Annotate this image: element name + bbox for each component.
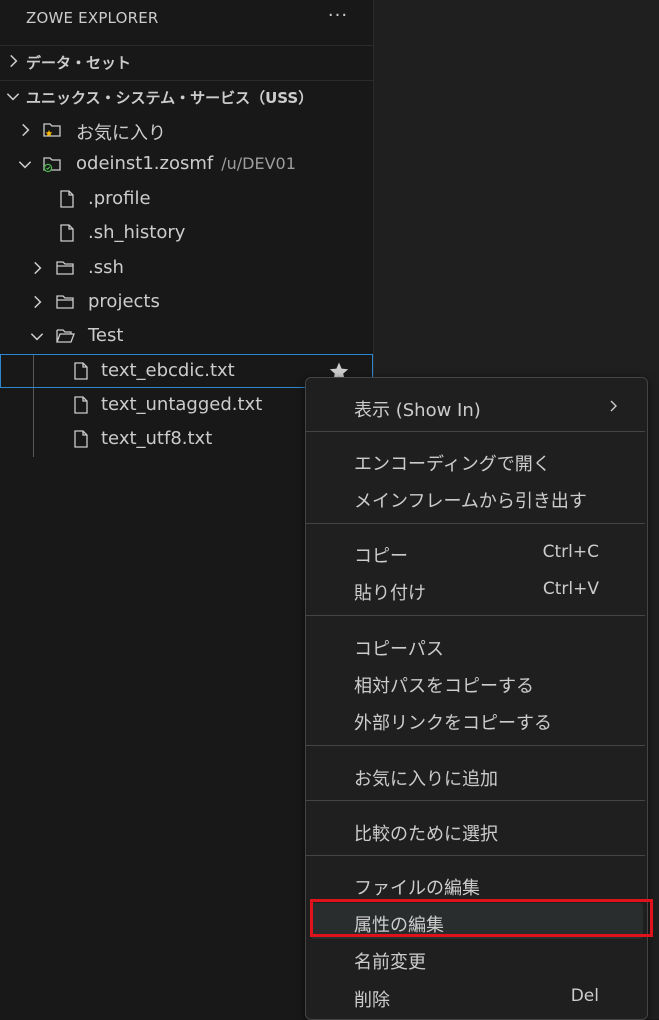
tree-item-profile[interactable]: odeinst1.zosmf/u/DEV01 <box>0 147 373 181</box>
tree-item-label: odeinst1.zosmf/u/DEV01 <box>76 153 296 174</box>
more-actions-icon[interactable]: ··· <box>326 4 350 28</box>
folder-icon <box>56 261 74 275</box>
profile-path: /u/DEV01 <box>221 154 296 173</box>
menu-item-label: 表示 (Show In) <box>354 400 481 421</box>
tree-item-label: projects <box>88 291 160 312</box>
menu-separator <box>306 431 645 432</box>
menu-separator <box>306 523 645 524</box>
tree-item-folder[interactable]: projects <box>0 285 373 319</box>
menu-separator <box>306 615 645 616</box>
folder-icon <box>56 295 74 309</box>
file-icon <box>60 224 74 242</box>
tree-item-label: text_untagged.txt <box>101 394 263 415</box>
tree-item-label: Test <box>88 325 124 346</box>
menu-item-open-with-encoding[interactable]: エンコーディングで開く <box>310 442 643 478</box>
profile-name: odeinst1.zosmf <box>76 153 214 174</box>
menu-item-copy[interactable]: コピー Ctrl+C <box>310 534 643 570</box>
menu-item-edit-file[interactable]: ファイルの編集 <box>310 866 643 902</box>
folder-open-icon <box>56 329 75 343</box>
menu-item-label: コピー <box>354 546 408 567</box>
keybinding: Ctrl+C <box>542 542 599 562</box>
file-icon <box>60 190 74 208</box>
menu-item-label: エンコーディングで開く <box>354 454 551 475</box>
chevron-right-icon <box>34 295 42 309</box>
profile-folder-icon <box>43 157 61 173</box>
section-datasets-label: データ・セット <box>26 54 132 72</box>
tree-item-label: お気に入り <box>76 123 166 144</box>
tree-item-label: .profile <box>88 188 151 209</box>
annotation-highlight-box <box>310 899 653 937</box>
favorites-folder-icon <box>43 123 61 137</box>
menu-item-copy-path[interactable]: コピーパス <box>310 627 643 663</box>
chevron-down-icon <box>30 333 44 341</box>
tree-item-folder[interactable]: .ssh <box>0 251 373 285</box>
menu-item-label: 名前変更 <box>354 952 426 973</box>
chevron-right-icon <box>10 54 18 68</box>
tree-item-file[interactable]: .profile <box>0 182 373 216</box>
menu-item-copy-relative-path[interactable]: 相対パスをコピーする <box>310 664 643 700</box>
chevron-down-icon <box>18 161 32 169</box>
menu-item-copy-external-link[interactable]: 外部リンクをコピーする <box>310 701 643 737</box>
menu-item-label: 外部リンクをコピーする <box>354 713 552 734</box>
tree-item-folder[interactable]: Test <box>0 319 373 353</box>
section-uss-label: ユニックス・システム・サービス（USS） <box>26 89 314 107</box>
chevron-down-icon <box>6 93 20 101</box>
menu-item-label: 相対パスをコピーする <box>354 676 534 697</box>
file-icon <box>74 396 88 414</box>
chevron-right-icon <box>610 400 617 412</box>
chevron-right-icon <box>22 123 30 137</box>
section-uss[interactable]: ユニックス・システム・サービス（USS） <box>0 80 373 113</box>
chevron-right-icon <box>34 261 42 275</box>
view-title: ZOWE EXPLORER <box>26 9 159 27</box>
tree-item-file[interactable]: .sh_history <box>0 216 373 250</box>
tree-item-favorites[interactable]: お気に入り <box>0 113 373 147</box>
menu-item-delete[interactable]: 削除 Del <box>310 978 643 1014</box>
keybinding: Del <box>570 986 599 1006</box>
menu-item-select-for-compare[interactable]: 比較のために選択 <box>310 812 643 848</box>
menu-item-label: 比較のために選択 <box>354 824 498 845</box>
menu-separator <box>306 745 645 746</box>
section-datasets[interactable]: データ・セット <box>0 45 373 78</box>
tree-item-label: .sh_history <box>88 222 186 243</box>
file-icon <box>74 430 88 448</box>
menu-item-label: ファイルの編集 <box>354 878 480 899</box>
tree-item-label: text_ebcdic.txt <box>101 360 235 381</box>
keybinding: Ctrl+V <box>542 579 599 599</box>
menu-item-rename[interactable]: 名前変更 <box>310 940 643 976</box>
menu-item-label: お気に入りに追加 <box>354 769 498 790</box>
file-icon <box>74 362 88 380</box>
menu-separator <box>306 800 645 801</box>
tree-item-label: .ssh <box>88 257 124 278</box>
tree-item-label: text_utf8.txt <box>101 428 213 449</box>
menu-item-label: 貼り付け <box>354 583 426 604</box>
menu-separator <box>306 855 645 856</box>
menu-item-label: メインフレームから引き出す <box>354 491 587 512</box>
menu-item-label: 削除 <box>354 990 390 1011</box>
menu-item-paste[interactable]: 貼り付け Ctrl+V <box>310 571 643 607</box>
menu-item-add-favorite[interactable]: お気に入りに追加 <box>310 757 643 793</box>
menu-item-show-in[interactable]: 表示 (Show In) <box>310 388 643 424</box>
view-header: ZOWE EXPLORER ··· <box>0 0 373 36</box>
menu-item-pull-from-mainframe[interactable]: メインフレームから引き出す <box>310 479 643 515</box>
menu-item-label: コピーパス <box>354 639 444 660</box>
